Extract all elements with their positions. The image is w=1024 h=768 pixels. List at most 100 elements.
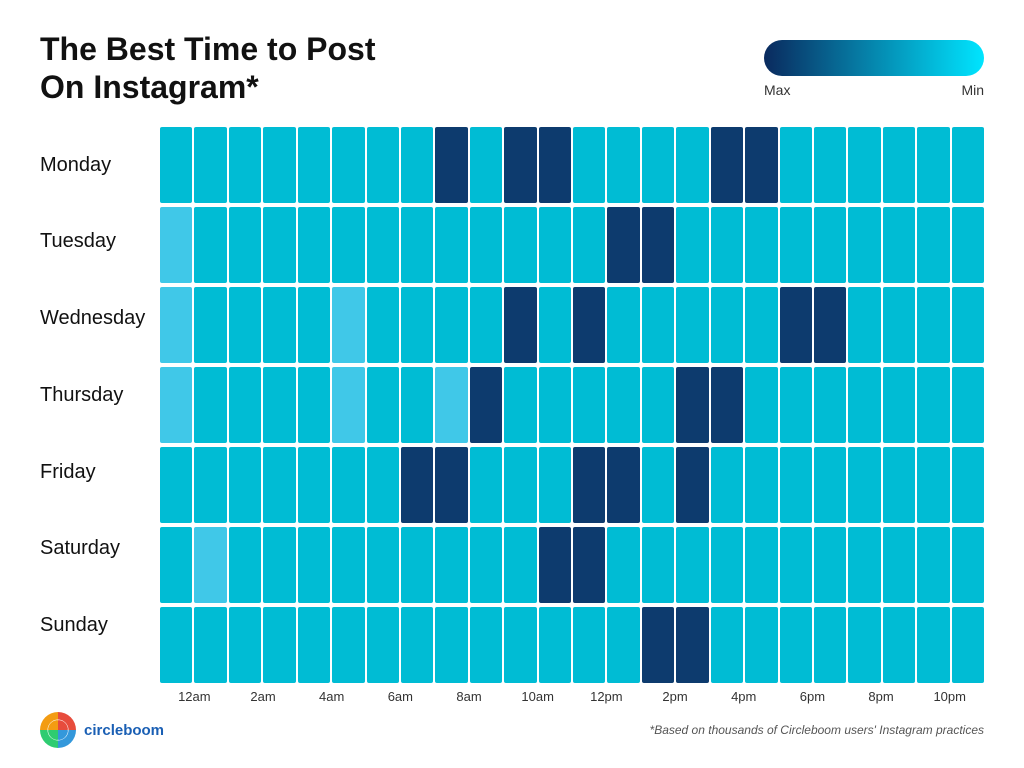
cell [848,527,880,603]
cell [848,607,880,683]
x-label-2am: 2am [229,689,298,704]
cell [539,527,571,603]
cell [539,367,571,443]
cell [539,447,571,523]
cell [917,447,949,523]
cell [470,207,502,283]
cell [711,367,743,443]
cell [745,607,777,683]
cell [745,367,777,443]
cell [745,207,777,283]
title-line2: On Instagram* [40,69,259,105]
y-label-saturday: Saturday [40,537,160,560]
cell [814,127,846,203]
cell [332,207,364,283]
cell [504,287,536,363]
cell [848,207,880,283]
cell [367,367,399,443]
cell [642,527,674,603]
cell [573,607,605,683]
cell [229,207,261,283]
cell [607,367,639,443]
cell [814,367,846,443]
cell [470,447,502,523]
cell [332,367,364,443]
cell [573,447,605,523]
cell [367,607,399,683]
cell [539,287,571,363]
cell [814,607,846,683]
cell [848,367,880,443]
cell [917,367,949,443]
cell [504,607,536,683]
cell [332,287,364,363]
cell [607,527,639,603]
cell [848,127,880,203]
cell [194,127,226,203]
y-axis: MondayTuesdayWednesdayThursdayFridaySatu… [40,127,160,704]
cell [676,527,708,603]
cell [780,207,812,283]
cell [745,527,777,603]
cell [504,127,536,203]
heatmap-wrapper: 12am2am4am6am8am10am12pm2pm4pm6pm8pm10pm [160,127,984,704]
cell [263,287,295,363]
cell [780,527,812,603]
cell [504,527,536,603]
cell [160,127,192,203]
cell [160,287,192,363]
cell [160,447,192,523]
cell [814,527,846,603]
cell [298,207,330,283]
cell [676,127,708,203]
cell [883,527,915,603]
row-monday [160,127,984,203]
cell [952,287,984,363]
x-label-6am: 6am [366,689,435,704]
cell [573,127,605,203]
cell [607,447,639,523]
cell [711,607,743,683]
cell [711,127,743,203]
cell [607,607,639,683]
cell [917,527,949,603]
x-label-4pm: 4pm [709,689,778,704]
cell [676,367,708,443]
cell [917,207,949,283]
cell [298,367,330,443]
x-label-6pm: 6pm [778,689,847,704]
cell [298,607,330,683]
cell [229,367,261,443]
row-tuesday [160,207,984,283]
cell [263,367,295,443]
cell [573,207,605,283]
cell [848,447,880,523]
cell [676,207,708,283]
cell [676,447,708,523]
cell [711,207,743,283]
cell [607,287,639,363]
cell [194,207,226,283]
cell [160,607,192,683]
cell [194,607,226,683]
cell [367,287,399,363]
footer-note: *Based on thousands of Circleboom users'… [650,723,984,737]
cell [642,287,674,363]
row-wednesday [160,287,984,363]
cell [470,527,502,603]
cell [401,527,433,603]
cell [298,287,330,363]
cell [263,607,295,683]
cell [263,447,295,523]
cell [332,607,364,683]
cell [642,367,674,443]
cell [332,127,364,203]
cell [401,447,433,523]
y-label-wednesday: Wednesday [40,307,160,330]
cell [435,127,467,203]
cell [952,607,984,683]
y-label-sunday: Sunday [40,614,160,637]
cell [539,127,571,203]
cell [883,607,915,683]
cell [194,527,226,603]
